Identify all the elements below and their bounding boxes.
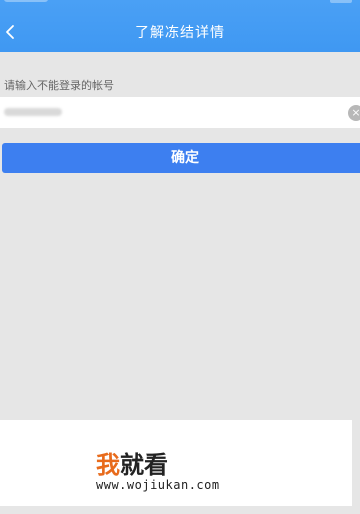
watermark-url: www.wojiukan.com bbox=[96, 478, 220, 492]
status-bar bbox=[0, 0, 360, 8]
obscured-account-value bbox=[4, 108, 62, 116]
watermark-logo-first-char: 我 bbox=[96, 451, 120, 479]
app-header: 了解冻结详情 bbox=[0, 0, 360, 52]
account-input[interactable]: × bbox=[0, 97, 360, 128]
clear-icon[interactable]: × bbox=[348, 105, 360, 121]
watermark-panel bbox=[0, 420, 352, 506]
page-title: 了解冻结详情 bbox=[135, 25, 225, 41]
watermark-logo-rest: 就看 bbox=[120, 451, 168, 479]
watermark-logo: 我就看 bbox=[96, 451, 168, 479]
battery-icon bbox=[330, 0, 352, 3]
account-field-label: 请输入不能登录的帐号 bbox=[4, 79, 114, 92]
confirm-button[interactable]: 确定 bbox=[2, 143, 360, 173]
status-carrier-info bbox=[4, 0, 48, 2]
